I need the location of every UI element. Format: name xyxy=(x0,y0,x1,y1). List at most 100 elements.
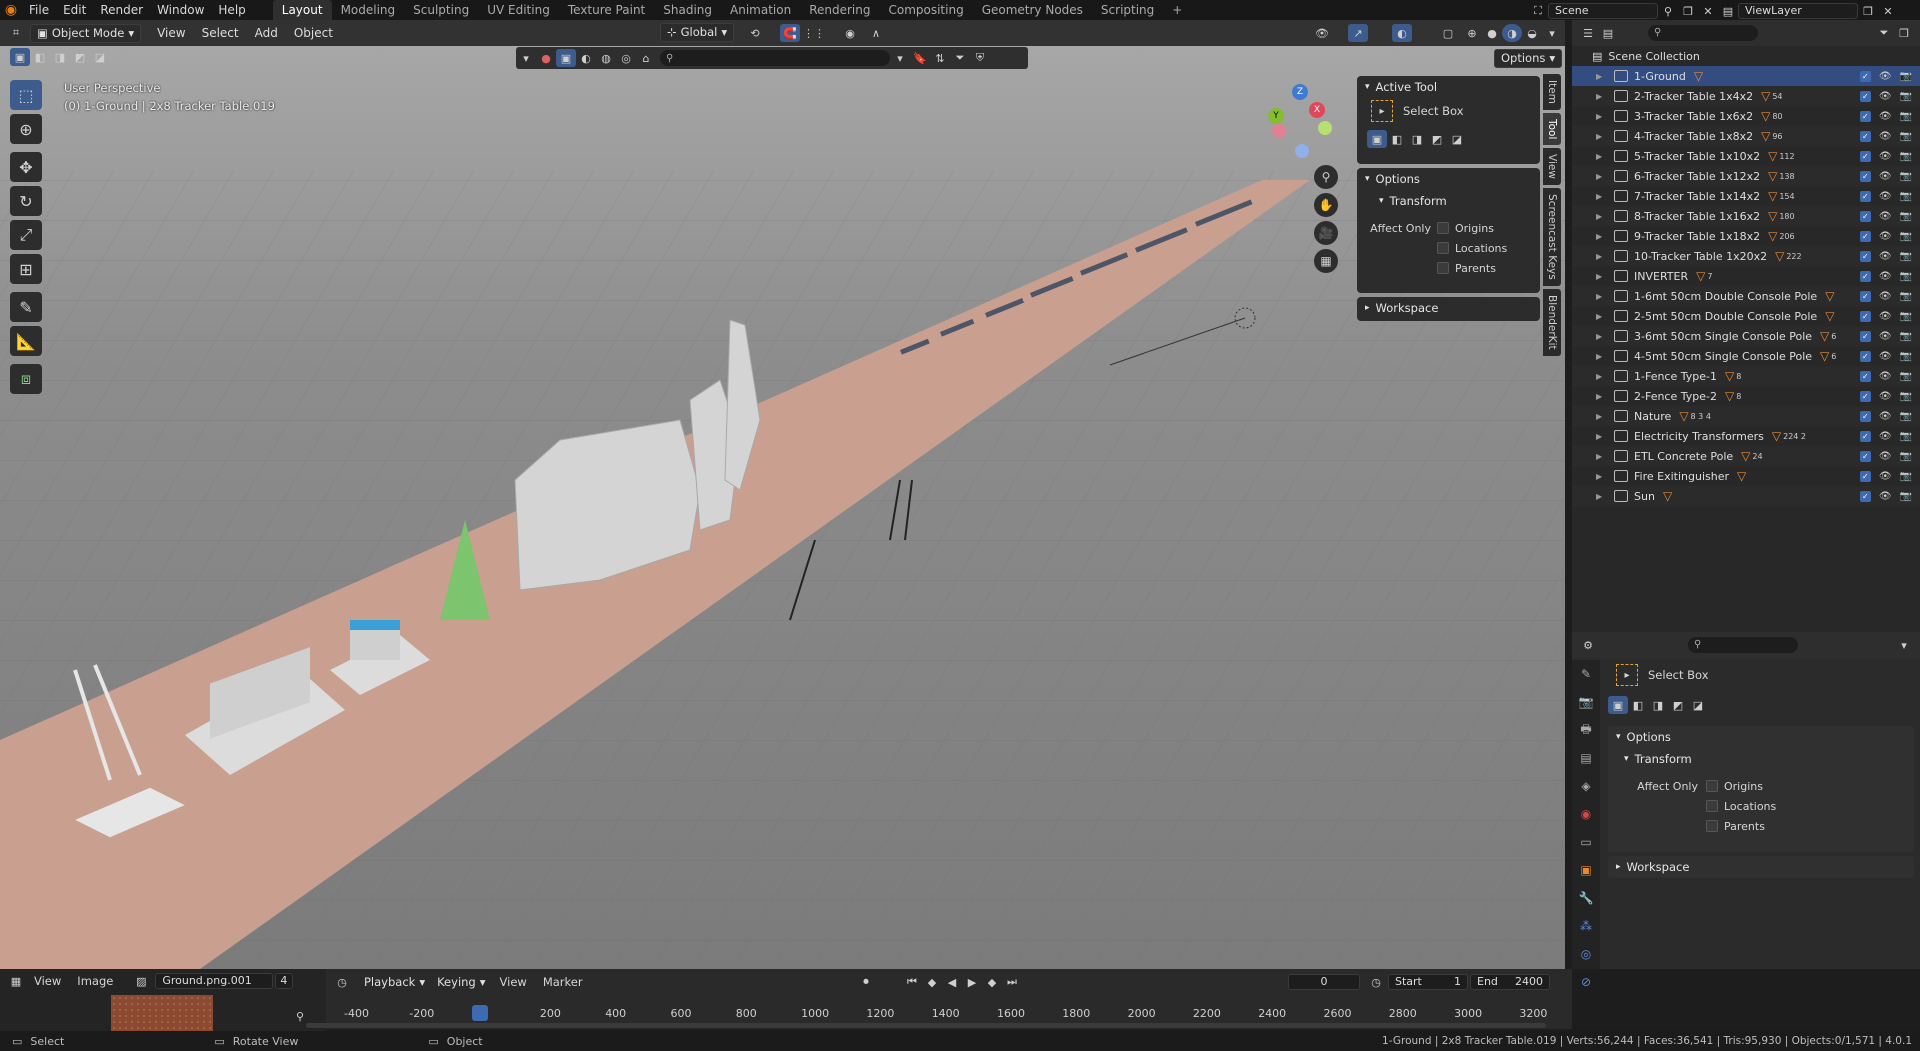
eye-icon[interactable]: 👁 xyxy=(1879,131,1892,142)
output-tab-icon[interactable]: 🖶 xyxy=(1572,716,1600,744)
expand-arrow-icon[interactable]: ▶ xyxy=(1596,392,1606,401)
outliner-row[interactable]: ▶ 1-Ground ▽ ✓ 👁 📷 xyxy=(1572,66,1920,86)
render-camera-icon[interactable]: 📷 xyxy=(1900,251,1912,262)
render-camera-icon[interactable]: 📷 xyxy=(1900,391,1912,402)
move-tool-icon[interactable]: ✥ xyxy=(10,152,42,182)
gizmo-y-axis[interactable]: Y xyxy=(1268,108,1284,124)
select-subtract-icon[interactable]: ◨ xyxy=(50,48,70,66)
expand-arrow-icon[interactable]: ▶ xyxy=(1596,132,1606,141)
eye-icon[interactable]: 👁 xyxy=(1879,111,1892,122)
render-camera-icon[interactable]: 📷 xyxy=(1900,291,1912,302)
expand-arrow-icon[interactable]: ▶ xyxy=(1596,312,1606,321)
exclude-checkbox[interactable]: ✓ xyxy=(1859,450,1871,462)
viewport-search-input[interactable]: ⚲ xyxy=(660,50,890,66)
expand-arrow-icon[interactable]: ▶ xyxy=(1596,332,1606,341)
outliner-row[interactable]: ▶ 7-Tracker Table 1x14x2 ▽ 154 ✓ 👁 📷 xyxy=(1572,186,1920,206)
workspace-tab-layout[interactable]: Layout xyxy=(272,0,332,20)
timeline-menu-view[interactable]: View xyxy=(492,975,535,989)
chevron-down-icon[interactable]: ▾ xyxy=(890,49,910,67)
render-camera-icon[interactable]: 📷 xyxy=(1900,151,1912,162)
expand-arrow-icon[interactable]: ▶ xyxy=(1596,292,1606,301)
light-filter-icon[interactable]: ◍ xyxy=(596,49,616,67)
filter-icon[interactable]: ⏷ xyxy=(1874,24,1894,42)
snap-icon[interactable]: 🧲 xyxy=(780,24,800,42)
locations-checkbox[interactable] xyxy=(1437,242,1449,254)
viewport-menu-object[interactable]: Object xyxy=(286,20,341,46)
expand-arrow-icon[interactable]: ▶ xyxy=(1596,252,1606,261)
render-camera-icon[interactable]: 📷 xyxy=(1900,131,1912,142)
outliner-row[interactable]: ▶ 2-Fence Type-2 ▽ 8 ✓ 👁 📷 xyxy=(1572,386,1920,406)
scale-tool-icon[interactable]: ⤢ xyxy=(10,220,42,250)
workspace-tab-rendering[interactable]: Rendering xyxy=(800,0,879,20)
mode-set-icon[interactable]: ▣ xyxy=(1367,130,1387,148)
viewport-menu-add[interactable]: Add xyxy=(247,20,286,46)
blender-logo-icon[interactable]: ◉ xyxy=(0,0,22,20)
select-invert-icon[interactable]: ◩ xyxy=(70,48,90,66)
properties-search-input[interactable]: ⚲ xyxy=(1688,637,1798,653)
timeline-menu-marker[interactable]: Marker xyxy=(535,975,591,989)
rotate-tool-icon[interactable]: ↻ xyxy=(10,186,42,216)
constraints-tab-icon[interactable]: ⊘ xyxy=(1572,968,1600,996)
exclude-checkbox[interactable]: ✓ xyxy=(1859,490,1871,502)
modifier-tab-icon[interactable]: 🔧 xyxy=(1572,884,1600,912)
render-camera-icon[interactable]: 📷 xyxy=(1900,311,1912,322)
chevron-down-icon[interactable]: ▾ xyxy=(1894,636,1914,654)
render-camera-icon[interactable]: 📷 xyxy=(1900,231,1912,242)
eye-icon[interactable]: 👁 xyxy=(1879,71,1892,82)
funnel-icon[interactable]: ⏷ xyxy=(950,49,970,67)
render-camera-icon[interactable]: 📷 xyxy=(1900,331,1912,342)
outliner-row[interactable]: ▶ 3-Tracker Table 1x6x2 ▽ 80 ✓ 👁 📷 xyxy=(1572,106,1920,126)
properties-workspace-header[interactable]: ▸ Workspace xyxy=(1608,856,1914,878)
eye-icon[interactable]: 👁 xyxy=(1879,211,1892,222)
gizmo-icon[interactable]: ↗ xyxy=(1348,24,1368,42)
gizmo-neg-z-axis[interactable] xyxy=(1295,144,1309,158)
outliner-row[interactable]: ▶ 2-5mt 50cm Double Console Pole ▽ ✓ 👁 📷 xyxy=(1572,306,1920,326)
pivot-icon[interactable]: ⟲ xyxy=(745,24,765,42)
exclude-checkbox[interactable]: ✓ xyxy=(1859,470,1871,482)
navigation-gizmo[interactable]: Z X Y xyxy=(1265,84,1335,159)
eye-icon[interactable]: 👁 xyxy=(1879,491,1892,502)
image-menu-image[interactable]: Image xyxy=(69,974,121,988)
eye-icon[interactable]: 👁 xyxy=(1879,171,1892,182)
outliner-row[interactable]: ▶ Sun ▽ ✓ 👁 📷 xyxy=(1572,486,1920,506)
expand-arrow-icon[interactable]: ▶ xyxy=(1596,372,1606,381)
annotate-tool-icon[interactable]: ✎ xyxy=(10,292,42,322)
eye-icon[interactable]: 👁 xyxy=(1879,371,1892,382)
mode-intersect-icon[interactable]: ◪ xyxy=(1688,696,1708,714)
clock-icon[interactable]: ◷ xyxy=(1366,973,1386,991)
exclude-checkbox[interactable]: ✓ xyxy=(1859,170,1871,182)
eye-icon[interactable]: 👁 xyxy=(1879,191,1892,202)
curve-filter-icon[interactable]: ◐ xyxy=(576,49,596,67)
scene-tab-icon[interactable]: ◈ xyxy=(1572,772,1600,800)
exclude-checkbox[interactable]: ✓ xyxy=(1859,430,1871,442)
exclude-checkbox[interactable]: ✓ xyxy=(1859,190,1871,202)
outliner-row[interactable]: ▶ 10-Tracker Table 1x20x2 ▽ 222 ✓ 👁 📷 xyxy=(1572,246,1920,266)
add-cube-tool-icon[interactable]: ⧈ xyxy=(10,364,42,394)
collection-tab-icon[interactable]: ▭ xyxy=(1572,828,1600,856)
transform-header[interactable]: ▾ Transform xyxy=(1357,190,1540,212)
viewport-menu-select[interactable]: Select xyxy=(194,20,247,46)
menu-render[interactable]: Render xyxy=(93,0,150,20)
render-camera-icon[interactable]: 📷 xyxy=(1900,491,1912,502)
pan-hand-icon[interactable]: ✋ xyxy=(1314,193,1338,217)
record-icon[interactable]: ⏺ xyxy=(856,973,876,991)
select-intersect-icon[interactable]: ◪ xyxy=(90,48,110,66)
tool-tab-icon[interactable]: ✎ xyxy=(1572,660,1600,688)
expand-arrow-icon[interactable]: ▶ xyxy=(1596,352,1606,361)
workspace-tab-modeling[interactable]: Modeling xyxy=(332,0,405,20)
outliner-row[interactable]: ▶ 9-Tracker Table 1x18x2 ▽ 206 ✓ 👁 📷 xyxy=(1572,226,1920,246)
close-scene-icon[interactable]: ✕ xyxy=(1698,2,1718,20)
options-header[interactable]: ▾ Options xyxy=(1357,168,1540,190)
locations-checkbox[interactable] xyxy=(1706,800,1718,812)
outliner-row[interactable]: ▶ 6-Tracker Table 1x12x2 ▽ 138 ✓ 👁 📷 xyxy=(1572,166,1920,186)
render-camera-icon[interactable]: 📷 xyxy=(1900,371,1912,382)
properties-transform-header[interactable]: ▾ Transform xyxy=(1608,748,1914,770)
menu-edit[interactable]: Edit xyxy=(56,0,93,20)
render-camera-icon[interactable]: 📷 xyxy=(1900,351,1912,362)
eye-icon[interactable]: 👁 xyxy=(1879,291,1892,302)
object-mode-dropdown[interactable]: ▣ Object Mode ▾ xyxy=(30,23,142,43)
workspace-tab-uv-editing[interactable]: UV Editing xyxy=(478,0,559,20)
view-layer-field[interactable]: ViewLayer xyxy=(1738,3,1858,19)
exclude-checkbox[interactable]: ✓ xyxy=(1859,310,1871,322)
render-camera-icon[interactable]: 📷 xyxy=(1900,71,1912,82)
